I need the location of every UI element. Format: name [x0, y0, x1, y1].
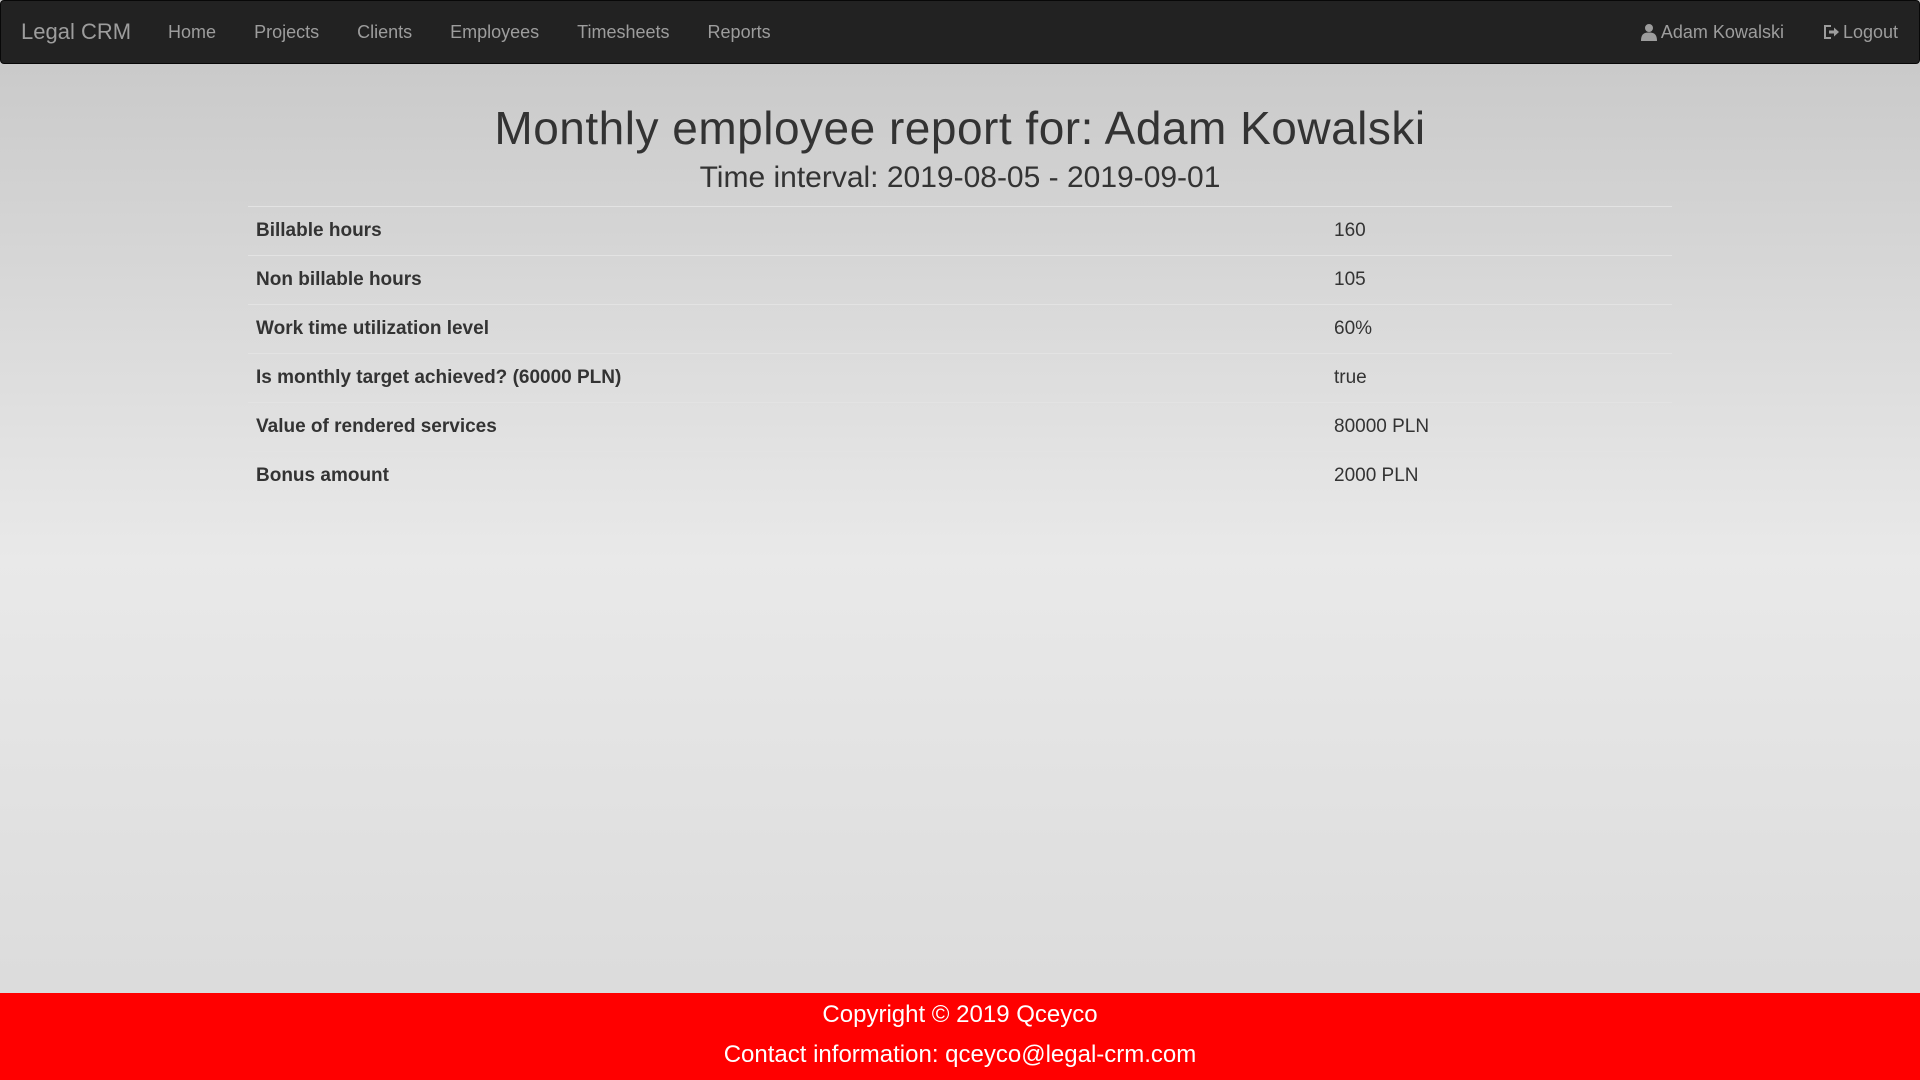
row-value: 60% [1326, 304, 1672, 354]
user-icon [1640, 23, 1658, 41]
page-title: Monthly employee report for: Adam Kowals… [494, 102, 1426, 154]
page-footer: Copyright © 2019 Qceyco Contact informat… [0, 993, 1920, 1080]
row-label: Work time utilization level [248, 304, 1326, 354]
user-name-label: Adam Kowalski [1660, 21, 1784, 42]
table-row: Bonus amount 2000 PLN [248, 451, 1672, 500]
nav-reports-link[interactable]: Reports [689, 22, 790, 43]
table-row: Billable hours 160 [248, 206, 1672, 256]
row-label: Non billable hours [248, 255, 1326, 305]
brand-link[interactable]: Legal CRM [21, 19, 131, 45]
row-label: Bonus amount [248, 451, 1326, 500]
logout-link[interactable]: Logout [1803, 22, 1917, 43]
table-row: Value of rendered services 80000 PLN [248, 402, 1672, 452]
row-label: Is monthly target achieved? (60000 PLN) [248, 353, 1326, 403]
logout-icon [1822, 23, 1840, 41]
row-value: 80000 PLN [1326, 402, 1672, 452]
table-row: Non billable hours 105 [248, 255, 1672, 305]
top-navbar: Legal CRM Home Projects Clients Employee… [0, 0, 1920, 64]
logout-label: Logout [1842, 21, 1898, 42]
row-value: true [1326, 353, 1672, 403]
nav-home-link[interactable]: Home [149, 22, 235, 43]
row-value: 160 [1326, 206, 1672, 256]
nav-employees-link[interactable]: Employees [431, 22, 558, 43]
row-value: 2000 PLN [1326, 451, 1672, 500]
footer-contact: Contact information: qceyco@legal-crm.co… [723, 1041, 1197, 1068]
report-table: Billable hours 160 Non billable hours 10… [248, 206, 1672, 500]
table-row: Work time utilization level 60% [248, 304, 1672, 354]
table-row: Is monthly target achieved? (60000 PLN) … [248, 353, 1672, 403]
nav-clients-link[interactable]: Clients [338, 22, 431, 43]
report-content: Monthly employee report for: Adam Kowals… [248, 64, 1672, 500]
navbar-right-group: Adam Kowalski Logout [1621, 22, 1917, 43]
nav-projects-link[interactable]: Projects [235, 22, 338, 43]
time-interval-subtitle: Time interval: 2019-08-05 - 2019-09-01 [699, 161, 1221, 194]
row-value: 105 [1326, 255, 1672, 305]
nav-timesheets-link[interactable]: Timesheets [558, 22, 688, 43]
user-profile-link[interactable]: Adam Kowalski [1621, 22, 1803, 43]
row-label: Billable hours [248, 206, 1326, 256]
footer-copyright: Copyright © 2019 Qceyco [822, 1001, 1098, 1028]
row-label: Value of rendered services [248, 402, 1326, 452]
